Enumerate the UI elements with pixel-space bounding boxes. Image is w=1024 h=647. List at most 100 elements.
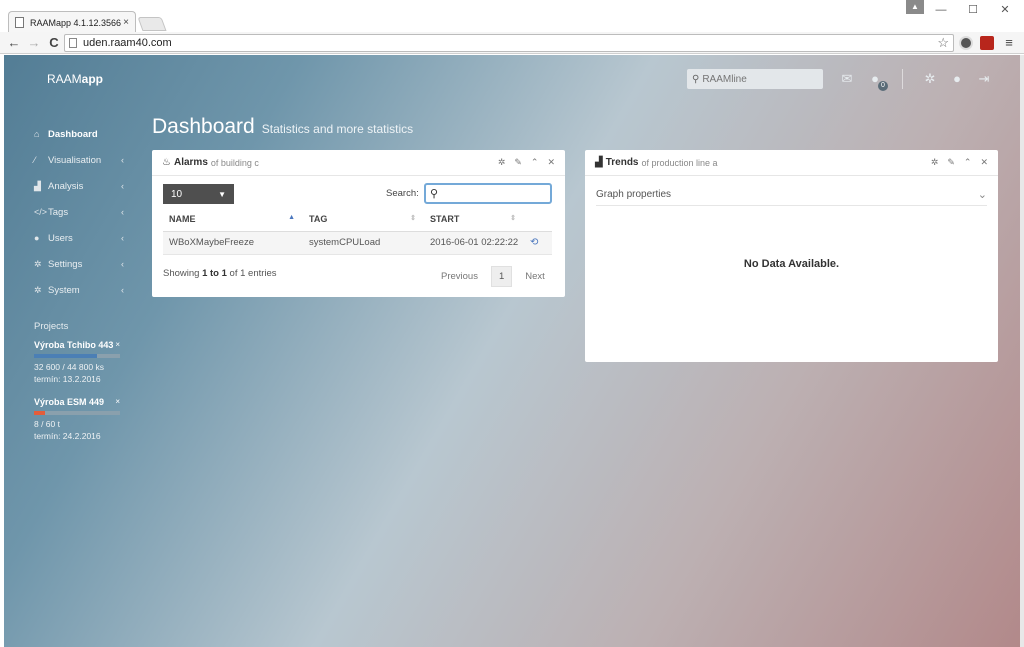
tab-close-icon[interactable]: × — [123, 17, 129, 28]
panel-collapse-icon[interactable]: ⌃ — [964, 157, 972, 168]
user-profile-icon[interactable]: ● — [949, 71, 965, 87]
magic-wand-icon: ⁄ — [34, 155, 36, 165]
panel-tools: ✲ ✎ ⌃ ✕ — [498, 157, 555, 168]
header-divider — [902, 69, 903, 89]
brand-logo[interactable]: RAAMapp — [47, 72, 103, 86]
logout-icon[interactable]: ⇥ — [976, 71, 992, 87]
project-name[interactable]: Výroba Tchibo 443 — [34, 340, 126, 350]
panel-settings-icon[interactable]: ✲ — [931, 157, 939, 168]
project-item[interactable]: Výroba Tchibo 443 × 32 600 / 44 800 ks t… — [34, 340, 126, 385]
sidebar-item-label: Analysis — [48, 180, 84, 192]
project-name[interactable]: Výroba ESM 449 — [34, 397, 126, 407]
browser-tabstrip: RAAMapp 4.1.12.3566 × ▲ — ☐ ✕ — [0, 0, 1024, 33]
table-info-suffix: of 1 entries — [229, 268, 277, 279]
area-chart-icon: ▟ — [595, 157, 603, 168]
alarms-table: NAME ▲ TAG ⇕ START ⇕ WBoXMaybeFreeze system… — [163, 208, 552, 255]
sidebar-item-label: Dashboard — [48, 128, 98, 140]
page-1-button[interactable]: 1 — [490, 266, 513, 287]
sidebar-item-visualisation[interactable]: ⁄ Visualisation ‹ — [34, 147, 134, 173]
sidebar-item-tags[interactable]: </> Tags ‹ — [34, 199, 134, 225]
page-icon — [15, 17, 24, 28]
cell-name: WBoXMaybeFreeze — [163, 231, 303, 255]
chevron-left-icon: ‹ — [121, 285, 124, 295]
alarms-panel: ♨ Alarms of building c ✲ ✎ ⌃ ✕ 10 ▼ Sear… — [152, 150, 565, 297]
sidebar-item-system[interactable]: ✲ System ‹ — [34, 277, 134, 303]
page-length-select[interactable]: 10 ▼ — [163, 184, 234, 204]
panel-pin-icon[interactable]: ✎ — [514, 157, 522, 168]
panel-settings-icon[interactable]: ✲ — [498, 157, 506, 168]
column-label: START — [430, 214, 460, 225]
panel-close-icon[interactable]: ✕ — [547, 157, 555, 168]
bookmark-star-icon[interactable]: ☆ — [937, 35, 949, 51]
extension-globe-icon[interactable] — [959, 36, 973, 50]
home-icon: ⌂ — [34, 129, 40, 139]
table-info-range: 1 to 1 — [202, 268, 227, 279]
history-icon[interactable]: ⟲ — [524, 231, 552, 255]
close-icon[interactable]: × — [115, 340, 120, 349]
sidebar-nav: ⌂ Dashboard ⁄ Visualisation ‹ ▟ Analysis… — [34, 121, 134, 303]
page-scrollbar[interactable] — [1020, 55, 1024, 647]
panel-collapse-icon[interactable]: ⌃ — [531, 157, 539, 168]
pdf-extension-icon[interactable] — [980, 36, 994, 50]
panel-close-icon[interactable]: ✕ — [980, 157, 988, 168]
comments-icon[interactable]: ✉ — [839, 71, 855, 87]
pagination: Previous 1 Next — [434, 266, 552, 287]
table-search-input[interactable]: ⚲ — [424, 183, 552, 204]
page-title: Dashboard Statistics and more statistics — [152, 115, 413, 139]
table-search-field[interactable] — [441, 188, 542, 199]
url-text[interactable]: uden.raam40.com — [83, 37, 172, 49]
browser-tab[interactable]: RAAMapp 4.1.12.3566 × — [8, 11, 136, 33]
close-window-button[interactable]: ✕ — [990, 0, 1020, 20]
address-bar[interactable]: uden.raam40.com ☆ — [64, 34, 954, 52]
sort-icon: ⇕ — [410, 215, 416, 223]
panel-tools: ✲ ✎ ⌃ ✕ — [931, 157, 988, 168]
column-header-tag[interactable]: TAG ⇕ — [303, 208, 424, 232]
brand-prefix: RAAM — [47, 72, 82, 86]
cell-start: 2016-06-01 02:22:22 — [424, 231, 524, 255]
column-header-actions — [524, 208, 552, 232]
no-data-message: No Data Available. — [743, 258, 840, 270]
sidebar-item-label: Users — [48, 232, 73, 244]
column-label: TAG — [309, 214, 328, 225]
sidebar-item-label: Settings — [48, 258, 83, 270]
column-header-name[interactable]: NAME ▲ — [163, 208, 303, 232]
table-row[interactable]: WBoXMaybeFreeze systemCPULoad 2016-06-01… — [163, 231, 552, 255]
sidebar-item-dashboard[interactable]: ⌂ Dashboard — [34, 121, 134, 147]
settings-gear-icon[interactable]: ✲ — [922, 71, 938, 87]
sidebar-item-settings[interactable]: ✲ Settings ‹ — [34, 251, 134, 277]
next-page-button[interactable]: Next — [518, 267, 552, 286]
close-icon[interactable]: × — [115, 397, 120, 406]
search-icon: ⚲ — [692, 73, 700, 85]
sidebar-item-label: Visualisation — [48, 154, 102, 166]
caret-down-icon: ▼ — [218, 189, 226, 199]
project-item[interactable]: Výroba ESM 449 × 8 / 60 t termín: 24.2.2… — [34, 397, 126, 442]
forward-button[interactable]: → — [26, 35, 42, 51]
area-chart-icon: ▟ — [34, 180, 41, 191]
back-button[interactable]: ← — [6, 35, 22, 51]
gear-icon: ✲ — [34, 258, 42, 269]
graph-properties-label: Graph properties — [596, 189, 672, 200]
trends-title: Trends — [605, 157, 639, 168]
profile-icon[interactable]: ▲ — [906, 0, 924, 14]
cell-tag: systemCPULoad — [303, 231, 424, 255]
projects-heading: Projects — [34, 321, 69, 332]
sidebar-item-label: Tags — [48, 206, 69, 218]
table-info-prefix: Showing — [163, 268, 200, 279]
sidebar-item-users[interactable]: ● Users ‹ — [34, 225, 134, 251]
browser-menu-icon[interactable]: ≡ — [1001, 35, 1017, 51]
column-header-start[interactable]: START ⇕ — [424, 208, 524, 232]
maximize-button[interactable]: ☐ — [958, 0, 988, 20]
brand-suffix: app — [81, 72, 104, 86]
header-search-input[interactable] — [702, 73, 813, 85]
trends-panel: ▟ Trends of production line a ✲ ✎ ⌃ ✕ Gr… — [585, 150, 998, 362]
panel-pin-icon[interactable]: ✎ — [947, 157, 955, 168]
new-tab-button[interactable] — [137, 17, 167, 31]
header-search[interactable]: ⚲ — [687, 69, 823, 89]
reload-button[interactable]: C — [46, 35, 62, 51]
graph-properties-toggle[interactable]: Graph properties ⌄ — [596, 184, 987, 206]
minimize-button[interactable]: — — [926, 0, 956, 20]
trends-panel-header: ▟ Trends of production line a ✲ ✎ ⌃ ✕ — [585, 150, 998, 176]
sidebar-item-analysis[interactable]: ▟ Analysis ‹ — [34, 173, 134, 199]
tab-title: RAAMapp 4.1.12.3566 — [30, 17, 122, 28]
previous-page-button[interactable]: Previous — [434, 267, 485, 286]
